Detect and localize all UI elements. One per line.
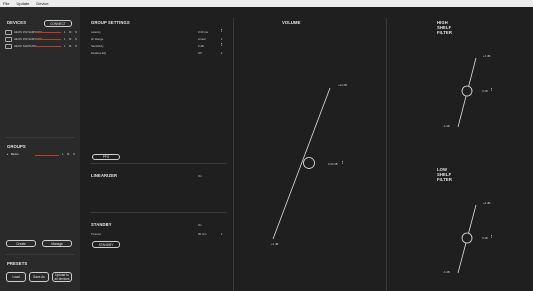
low-shelf-value[interactable]: 0 dB	[482, 236, 488, 240]
low-shelf-slider-knob[interactable]	[461, 232, 473, 244]
low-shelf-min-label: -4 dB	[443, 270, 450, 274]
low-shelf-stepper-icon[interactable]: ▴ ▾	[491, 234, 492, 240]
low-shelf-slider[interactable]	[0, 0, 533, 291]
low-shelf-max-label: +4 dB	[483, 201, 491, 205]
